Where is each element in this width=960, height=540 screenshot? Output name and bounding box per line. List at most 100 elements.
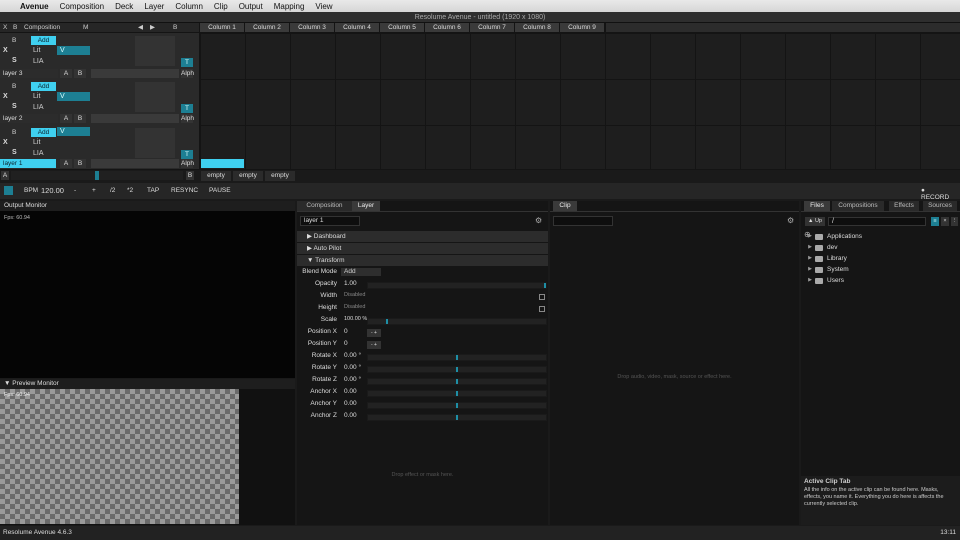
chevron-right-icon[interactable]: ▶: [805, 253, 815, 264]
menu-output[interactable]: Output: [239, 2, 263, 11]
layer-3-b-button[interactable]: B: [74, 69, 86, 78]
param-value[interactable]: 0: [344, 328, 348, 335]
param-slider[interactable]: [367, 354, 547, 361]
param-checkbox[interactable]: [539, 294, 545, 300]
layer-1-transport[interactable]: [135, 128, 175, 158]
record-button[interactable]: ● RECORD: [921, 187, 949, 201]
column-2-clip-label[interactable]: empty: [233, 171, 263, 181]
layer-3-lit[interactable]: Lit: [33, 47, 40, 54]
pause-button[interactable]: PAUSE: [209, 187, 231, 194]
slider-handle[interactable]: [456, 403, 458, 408]
tab-compositions[interactable]: Compositions: [832, 201, 884, 211]
slider-handle[interactable]: [456, 415, 458, 420]
menu-clip[interactable]: Clip: [214, 2, 228, 11]
slider-handle[interactable]: [456, 379, 458, 384]
param-value[interactable]: Disabled: [344, 292, 365, 298]
column-header-3[interactable]: Column 3: [290, 23, 335, 32]
tab-composition[interactable]: Composition: [297, 201, 352, 211]
layer-2-t[interactable]: T: [181, 104, 193, 113]
layer-2-alpha[interactable]: Alph: [181, 114, 194, 123]
param-checkbox[interactable]: [539, 306, 545, 312]
column-header-2[interactable]: Column 2: [245, 23, 290, 32]
column-1-clip-label[interactable]: empty: [201, 171, 231, 181]
menu-view[interactable]: View: [315, 2, 332, 11]
header-b[interactable]: B: [13, 23, 17, 32]
column-header-1[interactable]: Column 1: [200, 23, 245, 32]
param-slider[interactable]: [367, 390, 547, 397]
column-header-5[interactable]: Column 5: [380, 23, 425, 32]
column-3-clip-label[interactable]: empty: [265, 171, 295, 181]
crossfader-a[interactable]: A: [1, 171, 9, 180]
layer-3-name[interactable]: layer 3: [0, 69, 58, 78]
menu-deck[interactable]: Deck: [115, 2, 133, 11]
menu-composition[interactable]: Composition: [60, 2, 104, 11]
layer-1-a[interactable]: A: [60, 159, 72, 168]
header-b2[interactable]: B: [173, 23, 177, 32]
bpm-half-button[interactable]: /2: [110, 187, 115, 194]
layer-3-video-toggle[interactable]: V: [57, 46, 90, 55]
crossfader[interactable]: [11, 171, 183, 180]
layer-2-blend[interactable]: Add: [31, 82, 56, 91]
tab-effects[interactable]: Effects: [889, 201, 919, 211]
layer-2-name[interactable]: layer 2: [0, 114, 58, 123]
gear-icon[interactable]: ⚙: [535, 216, 542, 225]
layer-2-x[interactable]: X: [3, 93, 8, 100]
layer-3-alpha[interactable]: Alph: [181, 69, 194, 78]
slider-handle[interactable]: [385, 319, 388, 324]
column-header-8[interactable]: Column 8: [515, 23, 560, 32]
clip-name-field[interactable]: [553, 216, 613, 226]
layer-1-lit[interactable]: Lit: [33, 139, 40, 146]
tab-sources[interactable]: Sources: [923, 201, 957, 211]
layer-2-video-toggle[interactable]: V: [57, 92, 90, 101]
layer-2-transport[interactable]: [135, 82, 175, 112]
layer-3-blend[interactable]: Add: [31, 36, 56, 45]
param-value[interactable]: 0.00 °: [344, 376, 361, 383]
slider-handle[interactable]: [544, 283, 546, 288]
param-value[interactable]: 0.00: [344, 400, 357, 407]
layer-name-field[interactable]: layer 1: [300, 216, 360, 226]
up-button[interactable]: ▲ Up: [805, 217, 825, 226]
tab-clip[interactable]: Clip: [553, 201, 577, 211]
menu-mapping[interactable]: Mapping: [274, 2, 305, 11]
section-dashboard[interactable]: ▶ Dashboard: [297, 231, 548, 242]
tab-files[interactable]: Files: [804, 201, 830, 211]
param-stepper[interactable]: - +: [367, 341, 381, 349]
close-icon[interactable]: ×: [941, 217, 949, 226]
layer-3-x[interactable]: X: [3, 47, 8, 54]
chevron-right-icon[interactable]: ▶: [805, 242, 815, 253]
layer-2-lit[interactable]: Lit: [33, 93, 40, 100]
column-header-4[interactable]: Column 4: [335, 23, 380, 32]
folder-dev[interactable]: ▶ dev: [805, 242, 955, 253]
header-m[interactable]: M: [83, 23, 88, 32]
folder-users[interactable]: ▶ Users: [805, 275, 955, 286]
layer-1-blend[interactable]: Add: [31, 128, 56, 137]
param-value[interactable]: Disabled: [344, 304, 365, 310]
layer-1-opacity[interactable]: [91, 159, 179, 168]
crossfader-handle[interactable]: [95, 171, 99, 180]
crossfader-b[interactable]: B: [186, 171, 194, 180]
layer-1-b-button[interactable]: B: [74, 159, 86, 168]
param-slider[interactable]: [367, 318, 547, 325]
clip-gear-icon[interactable]: ⚙: [787, 216, 794, 225]
layer-1-x[interactable]: X: [3, 139, 8, 146]
layer-3-s[interactable]: S: [12, 57, 17, 64]
blend-mode-select[interactable]: Add: [341, 268, 381, 276]
layer-3-t[interactable]: T: [181, 58, 193, 67]
param-slider[interactable]: [367, 366, 547, 373]
layer-3-a[interactable]: A: [60, 69, 72, 78]
bpm-value[interactable]: 120.00: [41, 186, 64, 195]
folder-library[interactable]: ▶ Library: [805, 253, 955, 264]
metronome-icon[interactable]: [4, 186, 13, 195]
layer-2-b[interactable]: B: [12, 83, 16, 90]
layer-1-s[interactable]: S: [12, 149, 17, 156]
tap-button[interactable]: TAP: [147, 187, 159, 194]
column-header-9[interactable]: Column 9: [560, 23, 605, 32]
layer-1-t[interactable]: T: [181, 150, 193, 159]
slider-handle[interactable]: [456, 391, 458, 396]
column-header-6[interactable]: Column 6: [425, 23, 470, 32]
section-auto-pilot[interactable]: ▶ Auto Pilot: [297, 243, 548, 254]
layer-1-b[interactable]: B: [12, 129, 16, 136]
layer-2-opacity[interactable]: [91, 114, 179, 123]
nav-next[interactable]: ▶: [150, 23, 155, 32]
layer-2-s[interactable]: S: [12, 103, 17, 110]
